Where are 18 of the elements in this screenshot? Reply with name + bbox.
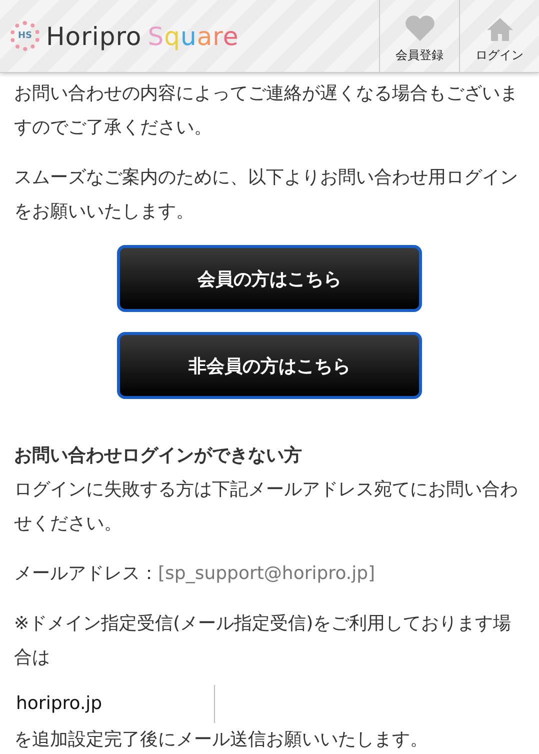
heart-icon	[404, 15, 434, 41]
section-heading: お問い合わせログインができない方	[14, 444, 303, 468]
email-address: [sp_support@horipro.jp]	[158, 563, 376, 584]
logo-text: Horipro	[46, 22, 142, 50]
nav-button[interactable]: 会員登録	[379, 0, 459, 72]
paragraph: ※ドメイン指定受信(メール指定受信)をご利用しております場合は	[14, 612, 512, 670]
paragraph: スムーズなご案内のために、以下よりお問い合わせ用ログインをお願いいたします。	[14, 166, 519, 224]
paragraph: ログインに失敗する方は下記メールアドレス宛てにお問い合わせください。	[14, 478, 519, 536]
domain-cell: horipro.jp	[14, 685, 215, 723]
home-icon	[486, 17, 514, 41]
nav-button[interactable]: ログイン	[459, 0, 539, 72]
logo-accent-text: Square	[148, 22, 239, 50]
email-label: メールアドレス：	[14, 563, 158, 584]
login-button[interactable]: 会員の方はこちら	[117, 245, 422, 312]
login-button[interactable]: 非会員の方はこちら	[117, 332, 422, 399]
paragraph: を追加設定完了後にメール送信お願いいたします。	[14, 728, 429, 752]
paragraph: お問い合わせの内容によってご連絡が遅くなる場合もございますのでご了承ください。	[14, 82, 519, 140]
logo-badge: HS	[10, 21, 40, 51]
